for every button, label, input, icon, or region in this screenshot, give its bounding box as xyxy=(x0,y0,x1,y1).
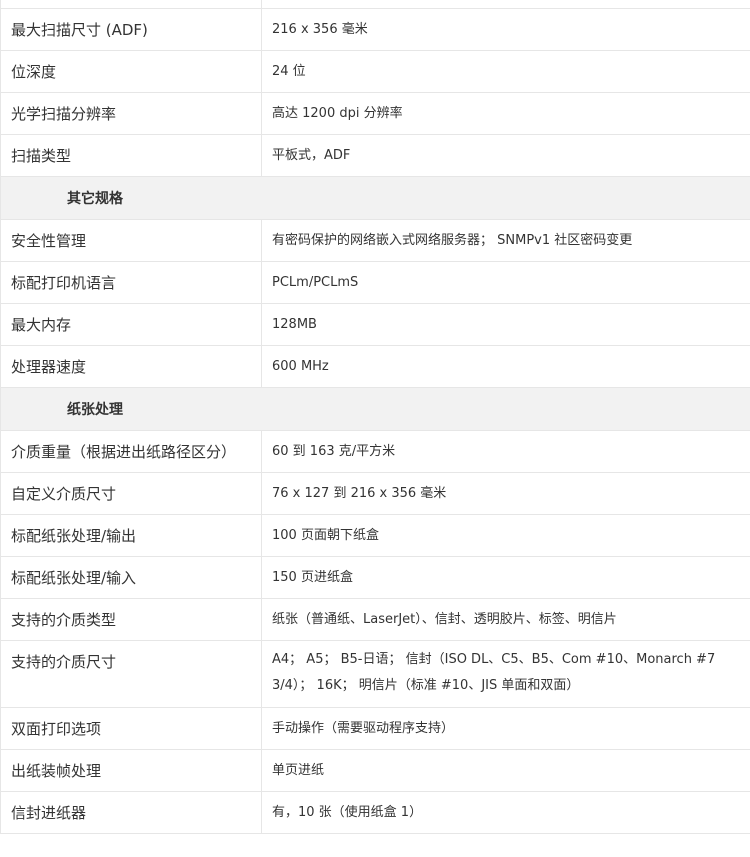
spec-value: 100 页面朝下纸盒 xyxy=(261,514,750,557)
spec-label: 标配打印机语言 xyxy=(0,261,262,304)
table-row: 标配纸张处理/输出 100 页面朝下纸盒 xyxy=(0,514,750,557)
spec-label: 位深度 xyxy=(0,50,262,93)
table-row: 介质重量（根据进出纸路径区分） 60 到 163 克/平方米 xyxy=(0,430,750,473)
spec-value: 600 MHz xyxy=(261,345,750,388)
spec-value: 纸张（普通纸、LaserJet）、信封、透明胶片、标签、明信片 xyxy=(261,598,750,641)
table-row-partial xyxy=(0,0,750,9)
spec-label: 信封进纸器 xyxy=(0,791,262,834)
table-row: 光学扫描分辨率 高达 1200 dpi 分辨率 xyxy=(0,92,750,135)
table-row: 支持的介质尺寸 A4； A5； B5-日语； 信封（ISO DL、C5、B5、C… xyxy=(0,640,750,708)
table-row: 支持的介质类型 纸张（普通纸、LaserJet）、信封、透明胶片、标签、明信片 xyxy=(0,598,750,641)
spec-value: 150 页进纸盒 xyxy=(261,556,750,599)
spec-value: PCLm/PCLmS xyxy=(261,261,750,304)
spec-value: 高达 1200 dpi 分辨率 xyxy=(261,92,750,135)
spec-value: 60 到 163 克/平方米 xyxy=(261,430,750,473)
table-row: 最大内存 128MB xyxy=(0,303,750,346)
table-row: 处理器速度 600 MHz xyxy=(0,345,750,388)
table-row: 标配纸张处理/输入 150 页进纸盒 xyxy=(0,556,750,599)
section-header-paper: 纸张处理 xyxy=(0,387,750,431)
spec-label: 支持的介质尺寸 xyxy=(0,640,262,708)
spec-label: 扫描类型 xyxy=(0,134,262,177)
spec-label: 光学扫描分辨率 xyxy=(0,92,262,135)
table-row: 信封进纸器 有，10 张（使用纸盒 1） xyxy=(0,791,750,834)
table-row: 扫描类型 平板式，ADF xyxy=(0,134,750,177)
spec-label: 最大扫描尺寸 (ADF) xyxy=(0,8,262,51)
spec-label: 支持的介质类型 xyxy=(0,598,262,641)
spec-label: 标配纸张处理/输入 xyxy=(0,556,262,599)
spec-label: 处理器速度 xyxy=(0,345,262,388)
spec-value: 76 x 127 到 216 x 356 毫米 xyxy=(261,472,750,515)
spec-value: 有密码保护的网络嵌入式网络服务器； SNMPv1 社区密码变更 xyxy=(261,219,750,262)
section-title: 纸张处理 xyxy=(0,387,750,431)
spec-label: 出纸装帧处理 xyxy=(0,749,262,792)
spec-label: 自定义介质尺寸 xyxy=(0,472,262,515)
spec-table: 最大扫描尺寸 (ADF) 216 x 356 毫米 位深度 24 位 光学扫描分… xyxy=(0,0,750,834)
spec-value: A4； A5； B5-日语； 信封（ISO DL、C5、B5、Com #10、M… xyxy=(261,640,750,708)
spec-label: 介质重量（根据进出纸路径区分） xyxy=(0,430,262,473)
spec-value: 手动操作（需要驱动程序支持） xyxy=(261,707,750,750)
spec-value: 有，10 张（使用纸盒 1） xyxy=(261,791,750,834)
table-row: 标配打印机语言 PCLm/PCLmS xyxy=(0,261,750,304)
table-row: 最大扫描尺寸 (ADF) 216 x 356 毫米 xyxy=(0,8,750,51)
spec-value: 平板式，ADF xyxy=(261,134,750,177)
section-header-other: 其它规格 xyxy=(0,176,750,220)
spec-label: 安全性管理 xyxy=(0,219,262,262)
table-row: 安全性管理 有密码保护的网络嵌入式网络服务器； SNMPv1 社区密码变更 xyxy=(0,219,750,262)
spec-label: 标配纸张处理/输出 xyxy=(0,514,262,557)
table-row: 位深度 24 位 xyxy=(0,50,750,93)
table-row: 出纸装帧处理 单页进纸 xyxy=(0,749,750,792)
table-row: 双面打印选项 手动操作（需要驱动程序支持） xyxy=(0,707,750,750)
spec-value: 24 位 xyxy=(261,50,750,93)
spec-value: 216 x 356 毫米 xyxy=(261,8,750,51)
table-row: 自定义介质尺寸 76 x 127 到 216 x 356 毫米 xyxy=(0,472,750,515)
spec-value: 单页进纸 xyxy=(261,749,750,792)
spec-label: 最大内存 xyxy=(0,303,262,346)
spec-value: 128MB xyxy=(261,303,750,346)
spec-label: 双面打印选项 xyxy=(0,707,262,750)
section-title: 其它规格 xyxy=(0,176,750,220)
